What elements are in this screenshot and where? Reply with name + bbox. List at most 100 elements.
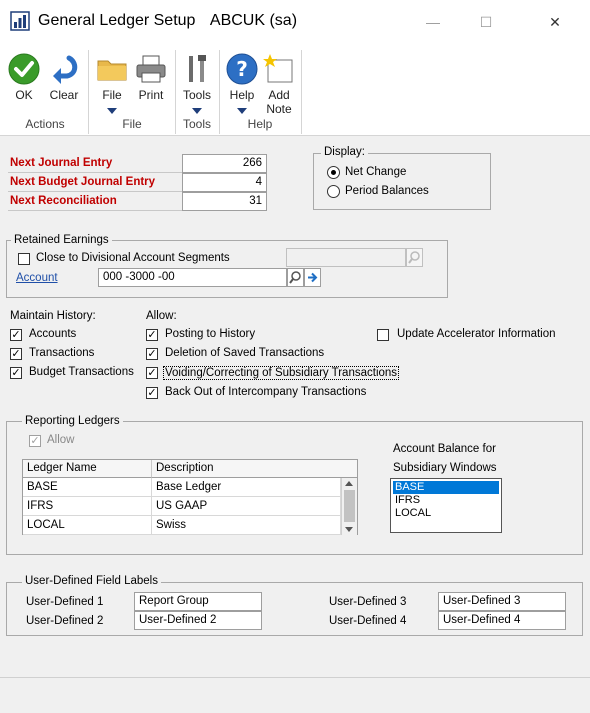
ribbon-separator <box>301 50 302 134</box>
back-out-intercompany-checkbox[interactable]: ✓ <box>146 387 158 399</box>
folder-icon <box>97 60 127 81</box>
deletion-saved-label: Deletion of Saved Transactions <box>165 347 325 359</box>
window-title-text: General Ledger Setup <box>38 12 196 29</box>
help-label: Help <box>229 88 255 102</box>
title-bar: General Ledger Setup ABCUK (sa) — ☐ ✕ <box>0 0 590 44</box>
table-row[interactable]: BASE Base Ledger <box>23 478 341 497</box>
lookup-icon <box>408 251 420 264</box>
maximize-button[interactable]: ☐ <box>471 8 501 36</box>
ribbon-group-help: Help <box>247 117 273 131</box>
ud3-field[interactable]: User-Defined 3 <box>438 592 566 611</box>
maintain-history-label: Maintain History: <box>10 310 96 322</box>
scroll-thumb[interactable] <box>344 490 355 522</box>
ribbon-separator <box>88 50 89 134</box>
list-item[interactable]: BASE <box>393 481 499 494</box>
display-group <box>313 153 491 210</box>
next-journal-entry-label: Next Journal Entry <box>10 157 113 169</box>
accounts-checkbox[interactable]: ✓ <box>10 329 22 341</box>
voiding-correcting-label: Voiding/Correcting of Subsidiary Transac… <box>163 366 400 380</box>
account-balance-label-line1: Account Balance for <box>393 443 496 455</box>
print-label: Print <box>138 88 164 102</box>
ud2-field[interactable]: User-Defined 2 <box>134 611 262 630</box>
tools-icon <box>189 55 206 82</box>
scroll-up-icon[interactable] <box>345 481 353 486</box>
description-cell: Base Ledger <box>152 478 341 497</box>
next-budget-journal-entry-field[interactable]: 4 <box>182 173 267 192</box>
user-defined-legend: User-Defined Field Labels <box>22 575 161 587</box>
print-button[interactable]: Print <box>131 48 171 114</box>
ud4-field[interactable]: User-Defined 4 <box>438 611 566 630</box>
posting-to-history-label: Posting to History <box>165 328 256 340</box>
transactions-checkbox[interactable]: ✓ <box>10 348 22 360</box>
deletion-saved-checkbox[interactable]: ✓ <box>146 348 158 360</box>
description-cell: Swiss <box>152 516 341 535</box>
next-reconciliation-label: Next Reconciliation <box>10 195 117 207</box>
chevron-down-icon <box>107 108 117 114</box>
note-icon <box>263 54 293 83</box>
account-lookup-button[interactable] <box>287 268 304 287</box>
minimize-button[interactable]: — <box>418 8 448 36</box>
account-link[interactable]: Account <box>16 272 58 284</box>
divisional-segment-field <box>286 248 406 267</box>
window-company: ABCUK (sa) <box>209 12 298 29</box>
ud2-label: User-Defined 2 <box>26 615 104 627</box>
column-header-description[interactable]: Description <box>152 460 357 478</box>
ledger-name-cell: LOCAL <box>23 516 152 535</box>
app-chart-icon <box>10 11 30 31</box>
budget-transactions-checkbox[interactable]: ✓ <box>10 367 22 379</box>
divider <box>8 210 182 211</box>
voiding-correcting-checkbox[interactable]: ✓ <box>146 367 158 379</box>
reporting-allow-label: Allow <box>47 434 75 446</box>
reporting-allow-checkbox[interactable]: ✓ <box>29 435 41 447</box>
divider <box>8 191 182 192</box>
account-balance-label-line2: Subsidiary Windows <box>393 462 497 474</box>
account-balance-listbox[interactable]: BASE IFRS LOCAL <box>390 478 502 533</box>
ok-button[interactable]: OK <box>4 48 44 114</box>
clear-button[interactable]: Clear <box>44 48 84 114</box>
ribbon-group-file: File <box>122 117 142 131</box>
next-reconciliation-field[interactable]: 31 <box>182 192 267 211</box>
add-note-label-line2: Note <box>266 102 292 116</box>
close-divisional-checkbox[interactable] <box>18 253 30 265</box>
account-field[interactable]: 000 -3000 -00 <box>98 268 287 287</box>
tools-menu-button[interactable]: Tools <box>178 48 216 114</box>
radio-selected-dot <box>331 170 336 175</box>
file-menu-button[interactable]: File <box>92 48 132 114</box>
update-accelerator-label: Update Accelerator Information <box>397 328 556 340</box>
arrow-right-icon <box>308 272 318 283</box>
undo-arrow-icon <box>53 55 78 84</box>
ud3-label: User-Defined 3 <box>329 596 407 608</box>
update-accelerator-checkbox[interactable] <box>377 329 389 341</box>
add-note-button[interactable]: Add Note <box>258 48 300 116</box>
net-change-label: Net Change <box>345 166 407 178</box>
budget-transactions-label: Budget Transactions <box>29 366 134 378</box>
back-out-intercompany-label: Back Out of Intercompany Transactions <box>165 386 367 398</box>
window-title: General Ledger Setup ABCUK (sa) <box>38 12 297 30</box>
period-balances-radio[interactable] <box>327 185 340 198</box>
allow-label: Allow: <box>146 310 177 322</box>
file-label: File <box>102 88 122 102</box>
checkmark-icon <box>8 53 40 85</box>
ledger-name-cell: IFRS <box>23 497 152 516</box>
scroll-down-icon[interactable] <box>345 527 353 532</box>
table-row[interactable]: IFRS US GAAP <box>23 497 341 516</box>
ribbon-group-tools: Tools <box>182 117 211 131</box>
ud1-field[interactable]: Report Group <box>134 592 262 611</box>
chevron-down-icon <box>237 108 247 114</box>
clear-label: Clear <box>49 88 79 102</box>
help-menu-button[interactable]: ? Help <box>222 48 262 114</box>
column-header-ledger-name[interactable]: Ledger Name <box>23 460 152 478</box>
table-scrollbar[interactable] <box>341 478 357 535</box>
close-divisional-label: Close to Divisional Account Segments <box>36 252 230 264</box>
net-change-radio[interactable] <box>327 166 340 179</box>
list-item[interactable]: LOCAL <box>393 507 499 520</box>
posting-to-history-checkbox[interactable]: ✓ <box>146 329 158 341</box>
ledger-table: Ledger Name Description BASE Base Ledger… <box>22 459 358 535</box>
list-item[interactable]: IFRS <box>393 494 499 507</box>
table-row[interactable]: LOCAL Swiss <box>23 516 341 535</box>
account-goto-button[interactable] <box>304 268 321 287</box>
close-button[interactable]: ✕ <box>540 8 570 36</box>
next-journal-entry-field[interactable]: 266 <box>182 154 267 173</box>
display-legend: Display: <box>321 146 368 158</box>
ledger-name-cell: BASE <box>23 478 152 497</box>
